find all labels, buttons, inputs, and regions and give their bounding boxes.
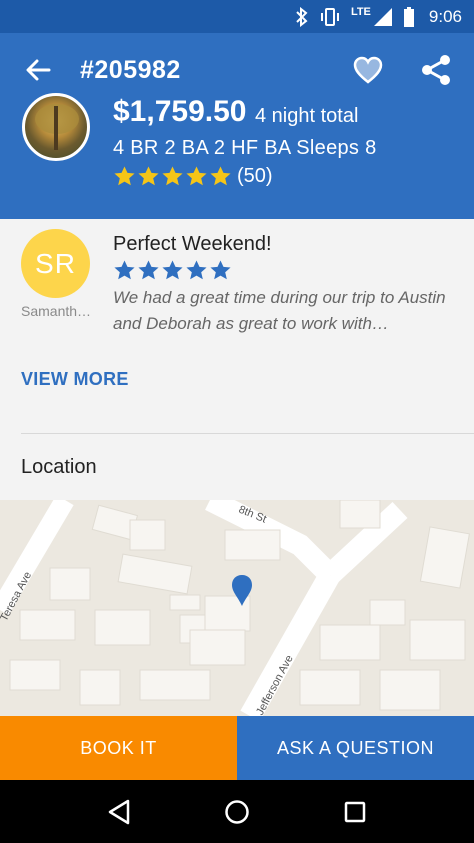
review-title: Perfect Weekend! <box>113 233 272 255</box>
nav-home-button[interactable] <box>217 792 257 832</box>
clock: 9:06 <box>428 6 462 26</box>
reviewer-avatar: SR <box>21 229 90 298</box>
system-nav-bar <box>0 780 474 843</box>
star-icon <box>210 260 231 280</box>
star-icon <box>210 166 231 186</box>
star-icon <box>162 166 183 186</box>
star-icon <box>186 166 207 186</box>
status-bar: LTE 9:06 <box>0 0 474 33</box>
back-button[interactable] <box>20 55 56 85</box>
price-note: 4 night total <box>255 105 359 127</box>
signal-icon <box>373 7 392 26</box>
home-circle-icon <box>225 799 249 824</box>
listing-photo[interactable] <box>22 93 90 161</box>
star-icon <box>138 260 159 280</box>
bluetooth-icon <box>296 6 308 27</box>
divider <box>21 433 474 434</box>
view-more-link[interactable]: VIEW MORE <box>21 369 129 390</box>
listing-id: #205982 <box>80 56 181 84</box>
review-stars <box>113 259 232 282</box>
ask-question-button[interactable]: ASK A QUESTION <box>237 716 474 780</box>
battery-icon <box>403 6 414 27</box>
share-icon <box>422 55 450 85</box>
book-it-button[interactable]: BOOK IT <box>0 716 237 780</box>
nav-recents-button[interactable] <box>335 792 375 832</box>
recents-square-icon <box>344 801 366 822</box>
review-body: We had a great time during our trip to A… <box>113 288 446 333</box>
review-section: SR Samanth… Perfect Weekend! We had a gr… <box>0 219 474 500</box>
review-count: (50) <box>237 165 273 187</box>
rating-row[interactable]: (50) <box>113 165 273 188</box>
location-map[interactable]: 8th St Teresa Ave Jefferson Ave <box>0 500 474 716</box>
star-icon <box>186 260 207 280</box>
map-pin-icon[interactable] <box>230 573 254 607</box>
back-arrow-icon <box>26 59 51 81</box>
map-canvas: 8th St Teresa Ave Jefferson Ave <box>0 500 474 716</box>
star-icon <box>138 166 159 186</box>
back-triangle-icon <box>108 799 130 824</box>
network-type-label: LTE <box>350 6 371 18</box>
star-icon <box>114 166 135 186</box>
reviewer-name: Samanth… <box>21 303 92 319</box>
heart-icon <box>353 56 383 84</box>
photo-tree <box>54 106 58 150</box>
star-icon <box>114 260 135 280</box>
vibrate-icon <box>320 7 339 26</box>
share-button[interactable] <box>418 53 454 87</box>
listing-header: #205982 $1,759.50 4 night total 4 BR 2 B… <box>0 33 474 219</box>
location-heading: Location <box>21 456 97 478</box>
star-icon <box>162 260 183 280</box>
price: $1,759.50 <box>113 95 247 128</box>
favorite-button[interactable] <box>350 53 386 87</box>
action-bar: BOOK IT ASK A QUESTION <box>0 716 474 780</box>
property-details: 4 BR 2 BA 2 HF BA Sleeps 8 <box>113 137 377 159</box>
nav-back-button[interactable] <box>99 792 139 832</box>
